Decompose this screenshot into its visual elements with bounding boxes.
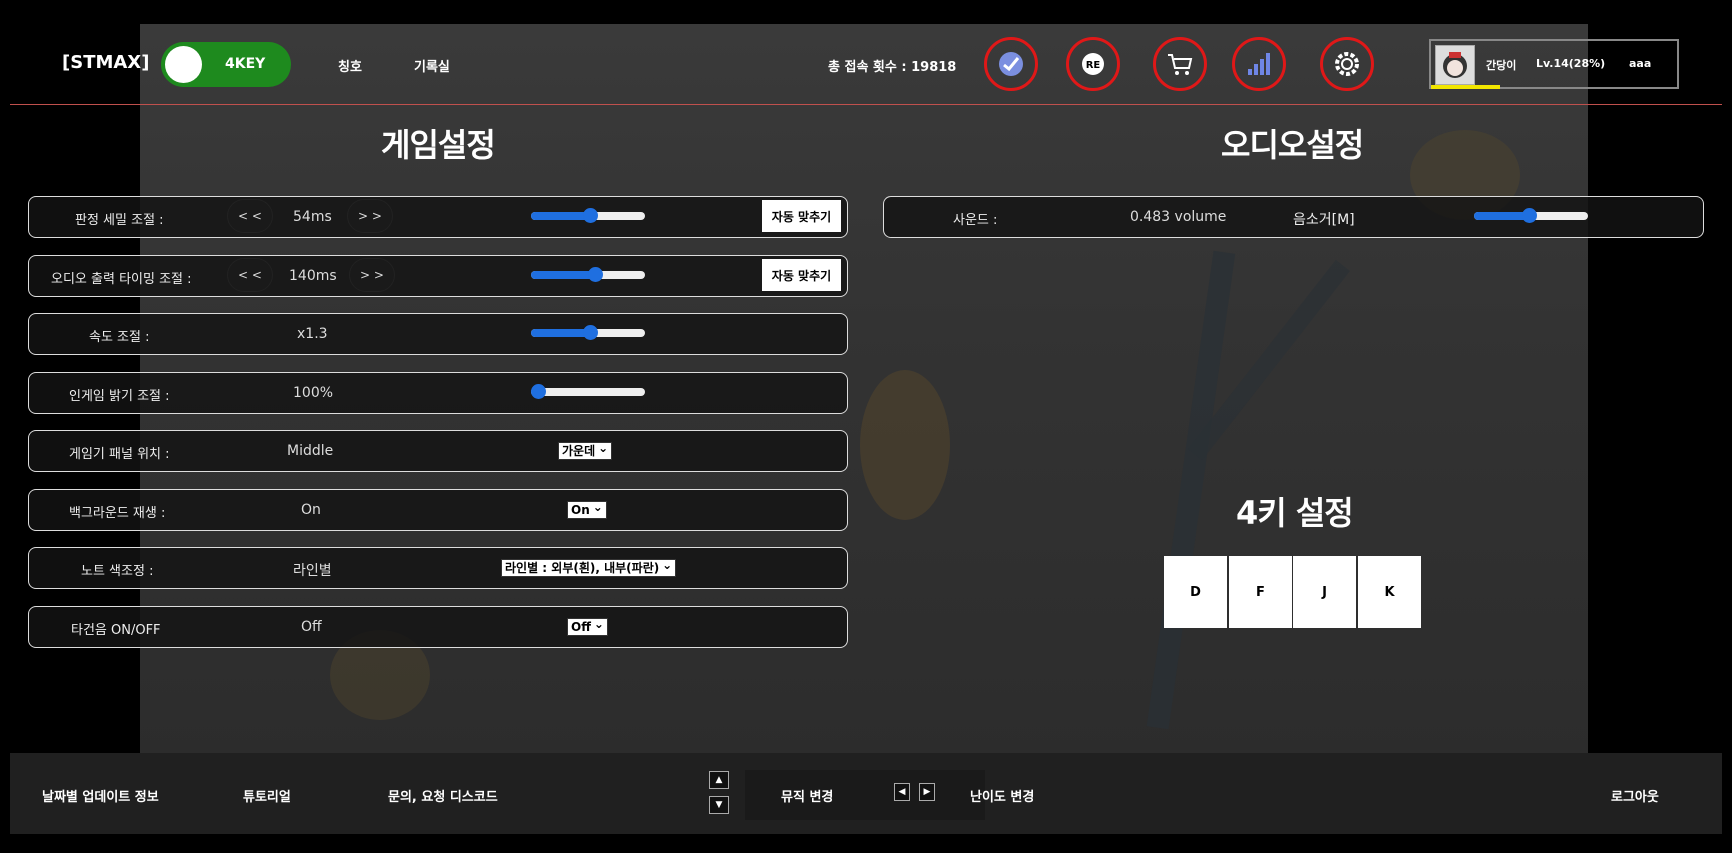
tutorial-link[interactable]: 튜토리얼 (243, 786, 291, 805)
re-button[interactable]: RE (1066, 37, 1120, 91)
settings-button[interactable] (1320, 37, 1374, 91)
left-arrow-icon: ◀ (898, 787, 906, 797)
setting-label: 게임기 패널 위치 : (69, 447, 170, 462)
svg-text:RE: RE (1086, 60, 1101, 71)
key-mode-toggle[interactable]: 4KEY (161, 42, 291, 87)
discord-link[interactable]: 문의, 요청 디스코드 (388, 786, 498, 805)
setting-value: 100% (293, 385, 334, 401)
volume-slider[interactable] (1474, 208, 1588, 223)
visit-count: 총 접속 횟수 : 19818 (828, 60, 957, 75)
up-arrow-icon: ▲ (715, 775, 723, 785)
re-icon: RE (1082, 53, 1104, 75)
toggle-label: 4KEY (225, 56, 266, 72)
setting-row-brightness: 인게임 밝기 조절 : 100% (28, 372, 848, 414)
decrease-button[interactable]: < < (227, 199, 273, 233)
right-arrow-icon: ▶ (923, 787, 931, 797)
mute-toggle[interactable]: 음소거[M] (1293, 209, 1355, 229)
sound-label: 사운드 : (953, 213, 998, 228)
setting-label: 인게임 밝기 조절 : (69, 389, 170, 404)
prev-difficulty-button[interactable]: ◀ (894, 783, 910, 801)
next-difficulty-button[interactable]: ▶ (919, 783, 935, 801)
decrease-button[interactable]: < < (227, 258, 273, 292)
speed-slider[interactable] (531, 325, 645, 340)
difficulty-change-label: 난이도 변경 (970, 790, 1035, 805)
music-change-label: 뮤직 변경 (781, 790, 834, 805)
setting-value: 54ms (293, 209, 332, 225)
setting-row-hit-sound: 타건음 ON/OFF Off Off (28, 606, 848, 648)
profile-username: aaa (1629, 57, 1652, 70)
hit-sound-select[interactable]: Off (567, 616, 608, 636)
increase-button[interactable]: > > (347, 199, 393, 233)
background-decoration (860, 370, 950, 520)
setting-value: On (301, 502, 321, 518)
profile-name: 간당이 (1486, 59, 1517, 72)
gear-icon (1335, 52, 1359, 76)
background-play-select[interactable]: On (567, 499, 607, 519)
header-divider (10, 104, 1722, 105)
brightness-slider[interactable] (531, 384, 645, 399)
setting-value: x1.3 (297, 326, 328, 342)
key-settings-title: 4키 설정 (1236, 494, 1354, 532)
setting-row-panel-position: 게임기 패널 위치 : Middle 가운데 (28, 430, 848, 472)
setting-value: 140ms (289, 268, 337, 284)
setting-row-judgement: 판정 세밀 조절 : < < 54ms > > 자동 맞추기 (28, 196, 848, 238)
setting-label: 백그라운드 재생 : (69, 506, 166, 521)
key-binding-1[interactable]: D (1164, 556, 1227, 628)
nav-records[interactable]: 기록실 (414, 56, 450, 75)
panel-position-select[interactable]: 가운데 (558, 440, 613, 460)
setting-row-sound: 사운드 : 0.483 volume 음소거[M] (883, 196, 1704, 238)
setting-value: Off (301, 619, 322, 635)
setting-label: 판정 세밀 조절 : (75, 213, 164, 228)
audio-timing-slider[interactable] (531, 267, 645, 282)
increase-button[interactable]: > > (349, 258, 395, 292)
setting-label: 오디오 출력 타이밍 조절 : (51, 272, 192, 287)
setting-row-note-color: 노트 색조정 : 라인별 라인별 : 외부(흰), 내부(파란) (28, 547, 848, 589)
nav-titles[interactable]: 칭호 (338, 56, 362, 75)
setting-row-background-play: 백그라운드 재생 : On On (28, 489, 848, 531)
auto-adjust-button[interactable]: 자동 맞추기 (762, 200, 841, 232)
setting-row-audio-timing: 오디오 출력 타이밍 조절 : < < 140ms > > 자동 맞추기 (28, 255, 848, 297)
cart-icon (1168, 54, 1193, 75)
setting-label: 속도 조절 : (89, 330, 150, 345)
setting-value: Middle (287, 443, 334, 459)
setting-label: 타건음 ON/OFF (71, 623, 161, 638)
xp-progress-bar (1431, 85, 1500, 89)
toggle-knob (165, 46, 202, 83)
auto-adjust-button[interactable]: 자동 맞추기 (762, 259, 841, 291)
check-icon (999, 52, 1023, 76)
profile-card[interactable]: 간당이 Lv.14(28%) aaa (1429, 39, 1679, 89)
signal-bars-icon (1248, 53, 1270, 75)
key-binding-2[interactable]: F (1229, 556, 1292, 628)
key-binding-4[interactable]: K (1358, 556, 1421, 628)
ranking-button[interactable] (1232, 37, 1286, 91)
setting-row-speed: 속도 조절 : x1.3 (28, 313, 848, 355)
judgement-slider[interactable] (531, 208, 645, 223)
avatar-character-icon (1443, 52, 1467, 78)
brand-title: [STMAX] (62, 52, 150, 73)
sound-volume-value: 0.483 volume (1130, 209, 1227, 225)
avatar (1435, 45, 1475, 85)
setting-label: 노트 색조정 : (81, 564, 154, 579)
check-button[interactable] (984, 37, 1038, 91)
down-arrow-icon: ▼ (715, 800, 723, 810)
key-binding-3[interactable]: J (1293, 556, 1356, 628)
logout-button[interactable]: 로그아웃 (1611, 786, 1659, 805)
note-color-select[interactable]: 라인별 : 외부(흰), 내부(파란) (501, 557, 677, 577)
down-arrow-button[interactable]: ▼ (709, 796, 729, 814)
shop-button[interactable] (1153, 37, 1207, 91)
up-arrow-button[interactable]: ▲ (709, 771, 729, 789)
setting-value: 라인별 (293, 563, 332, 579)
game-settings-title: 게임설정 (381, 126, 496, 164)
profile-level: Lv.14(28%) (1536, 57, 1606, 70)
update-info-link[interactable]: 날짜별 업데이트 정보 (42, 786, 159, 805)
audio-settings-title: 오디오설정 (1221, 126, 1364, 164)
